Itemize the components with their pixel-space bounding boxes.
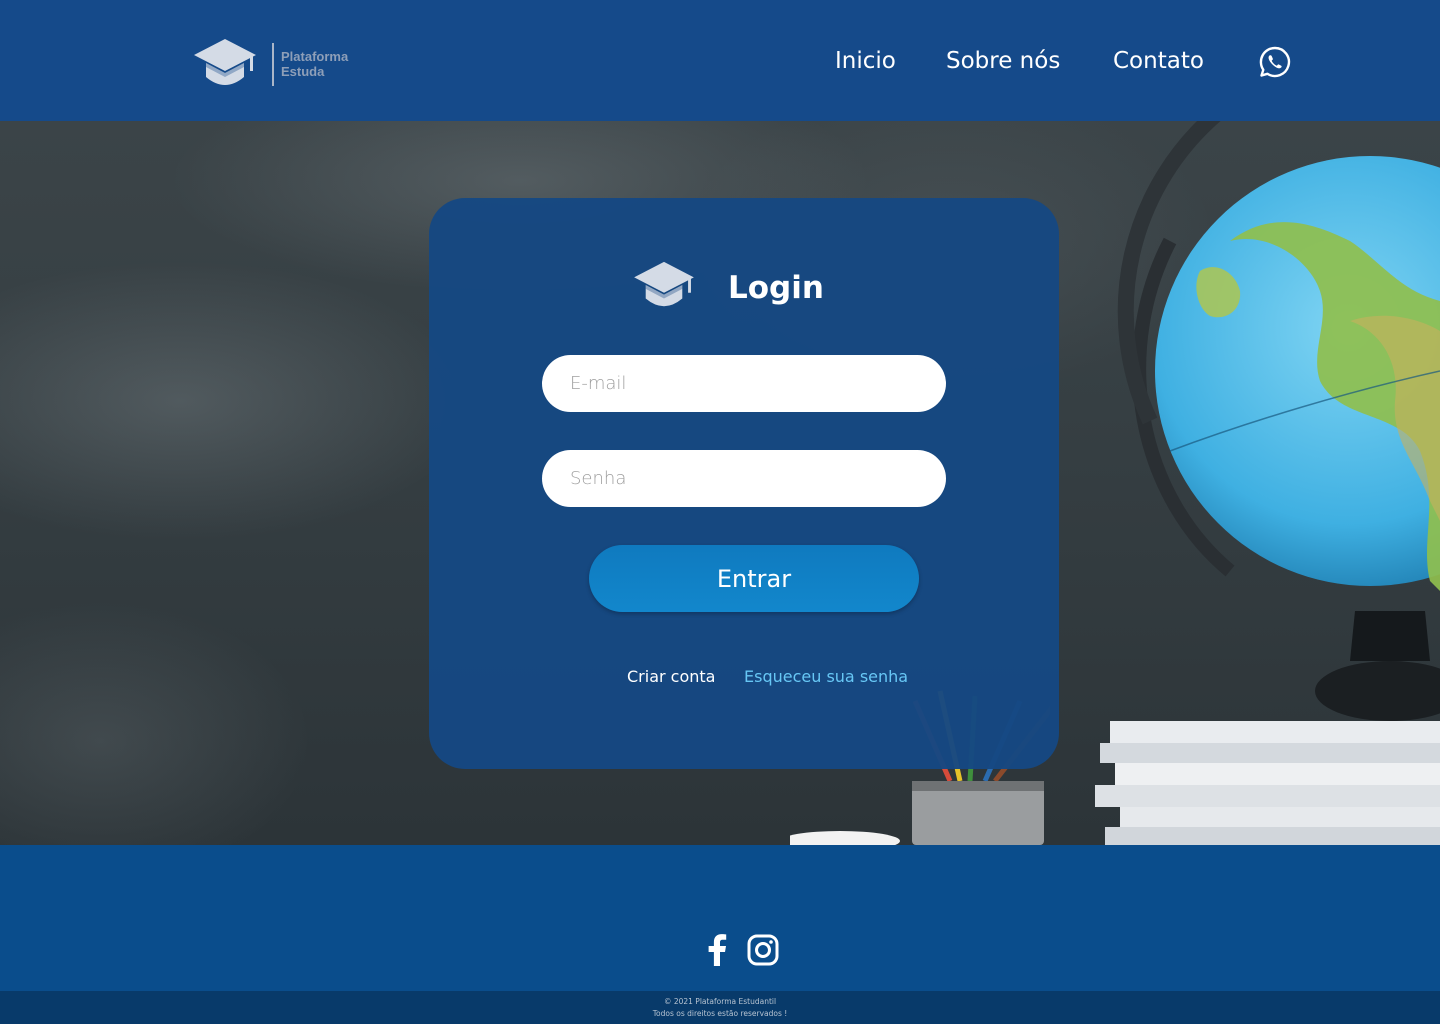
instagram-icon[interactable] bbox=[747, 934, 779, 970]
nav-link-contato[interactable]: Contato bbox=[1113, 48, 1204, 74]
copyright-line2: Todos os direitos estão reservados ! bbox=[652, 1009, 788, 1018]
nav-link-sobre-nos[interactable]: Sobre nós bbox=[946, 48, 1060, 74]
copyright-line1: © 2021 Plataforma Estudantil bbox=[663, 997, 777, 1006]
graduation-cap-icon bbox=[632, 260, 696, 316]
password-field[interactable] bbox=[542, 450, 946, 507]
whatsapp-icon[interactable] bbox=[1259, 46, 1291, 82]
logo-line1: Plataforma bbox=[281, 49, 349, 64]
login-title: Login bbox=[728, 270, 824, 306]
logo-line2: Estuda bbox=[281, 64, 325, 79]
email-field[interactable] bbox=[542, 355, 946, 412]
nav-link-inicio[interactable]: Inicio bbox=[835, 48, 896, 74]
login-card: Login Entrar Criar conta Esqueceu sua se… bbox=[429, 198, 1059, 769]
globe-illustration bbox=[1095, 121, 1440, 845]
copyright-bar: © 2021 Plataforma Estudantil Todos os di… bbox=[0, 991, 1440, 1024]
logo-text: Plataforma Estuda bbox=[281, 49, 348, 79]
graduation-cap-icon bbox=[192, 37, 258, 91]
create-account-link[interactable]: Criar conta bbox=[627, 667, 715, 686]
facebook-icon[interactable] bbox=[706, 934, 728, 970]
site-header: Plataforma Estuda Inicio Sobre nós Conta… bbox=[0, 0, 1440, 121]
brand-logo[interactable]: Plataforma Estuda bbox=[192, 37, 348, 91]
login-submit-button[interactable]: Entrar bbox=[589, 545, 919, 612]
forgot-password-link[interactable]: Esqueceu sua senha bbox=[744, 667, 908, 686]
login-header: Login bbox=[632, 260, 824, 316]
logo-divider bbox=[272, 42, 274, 86]
